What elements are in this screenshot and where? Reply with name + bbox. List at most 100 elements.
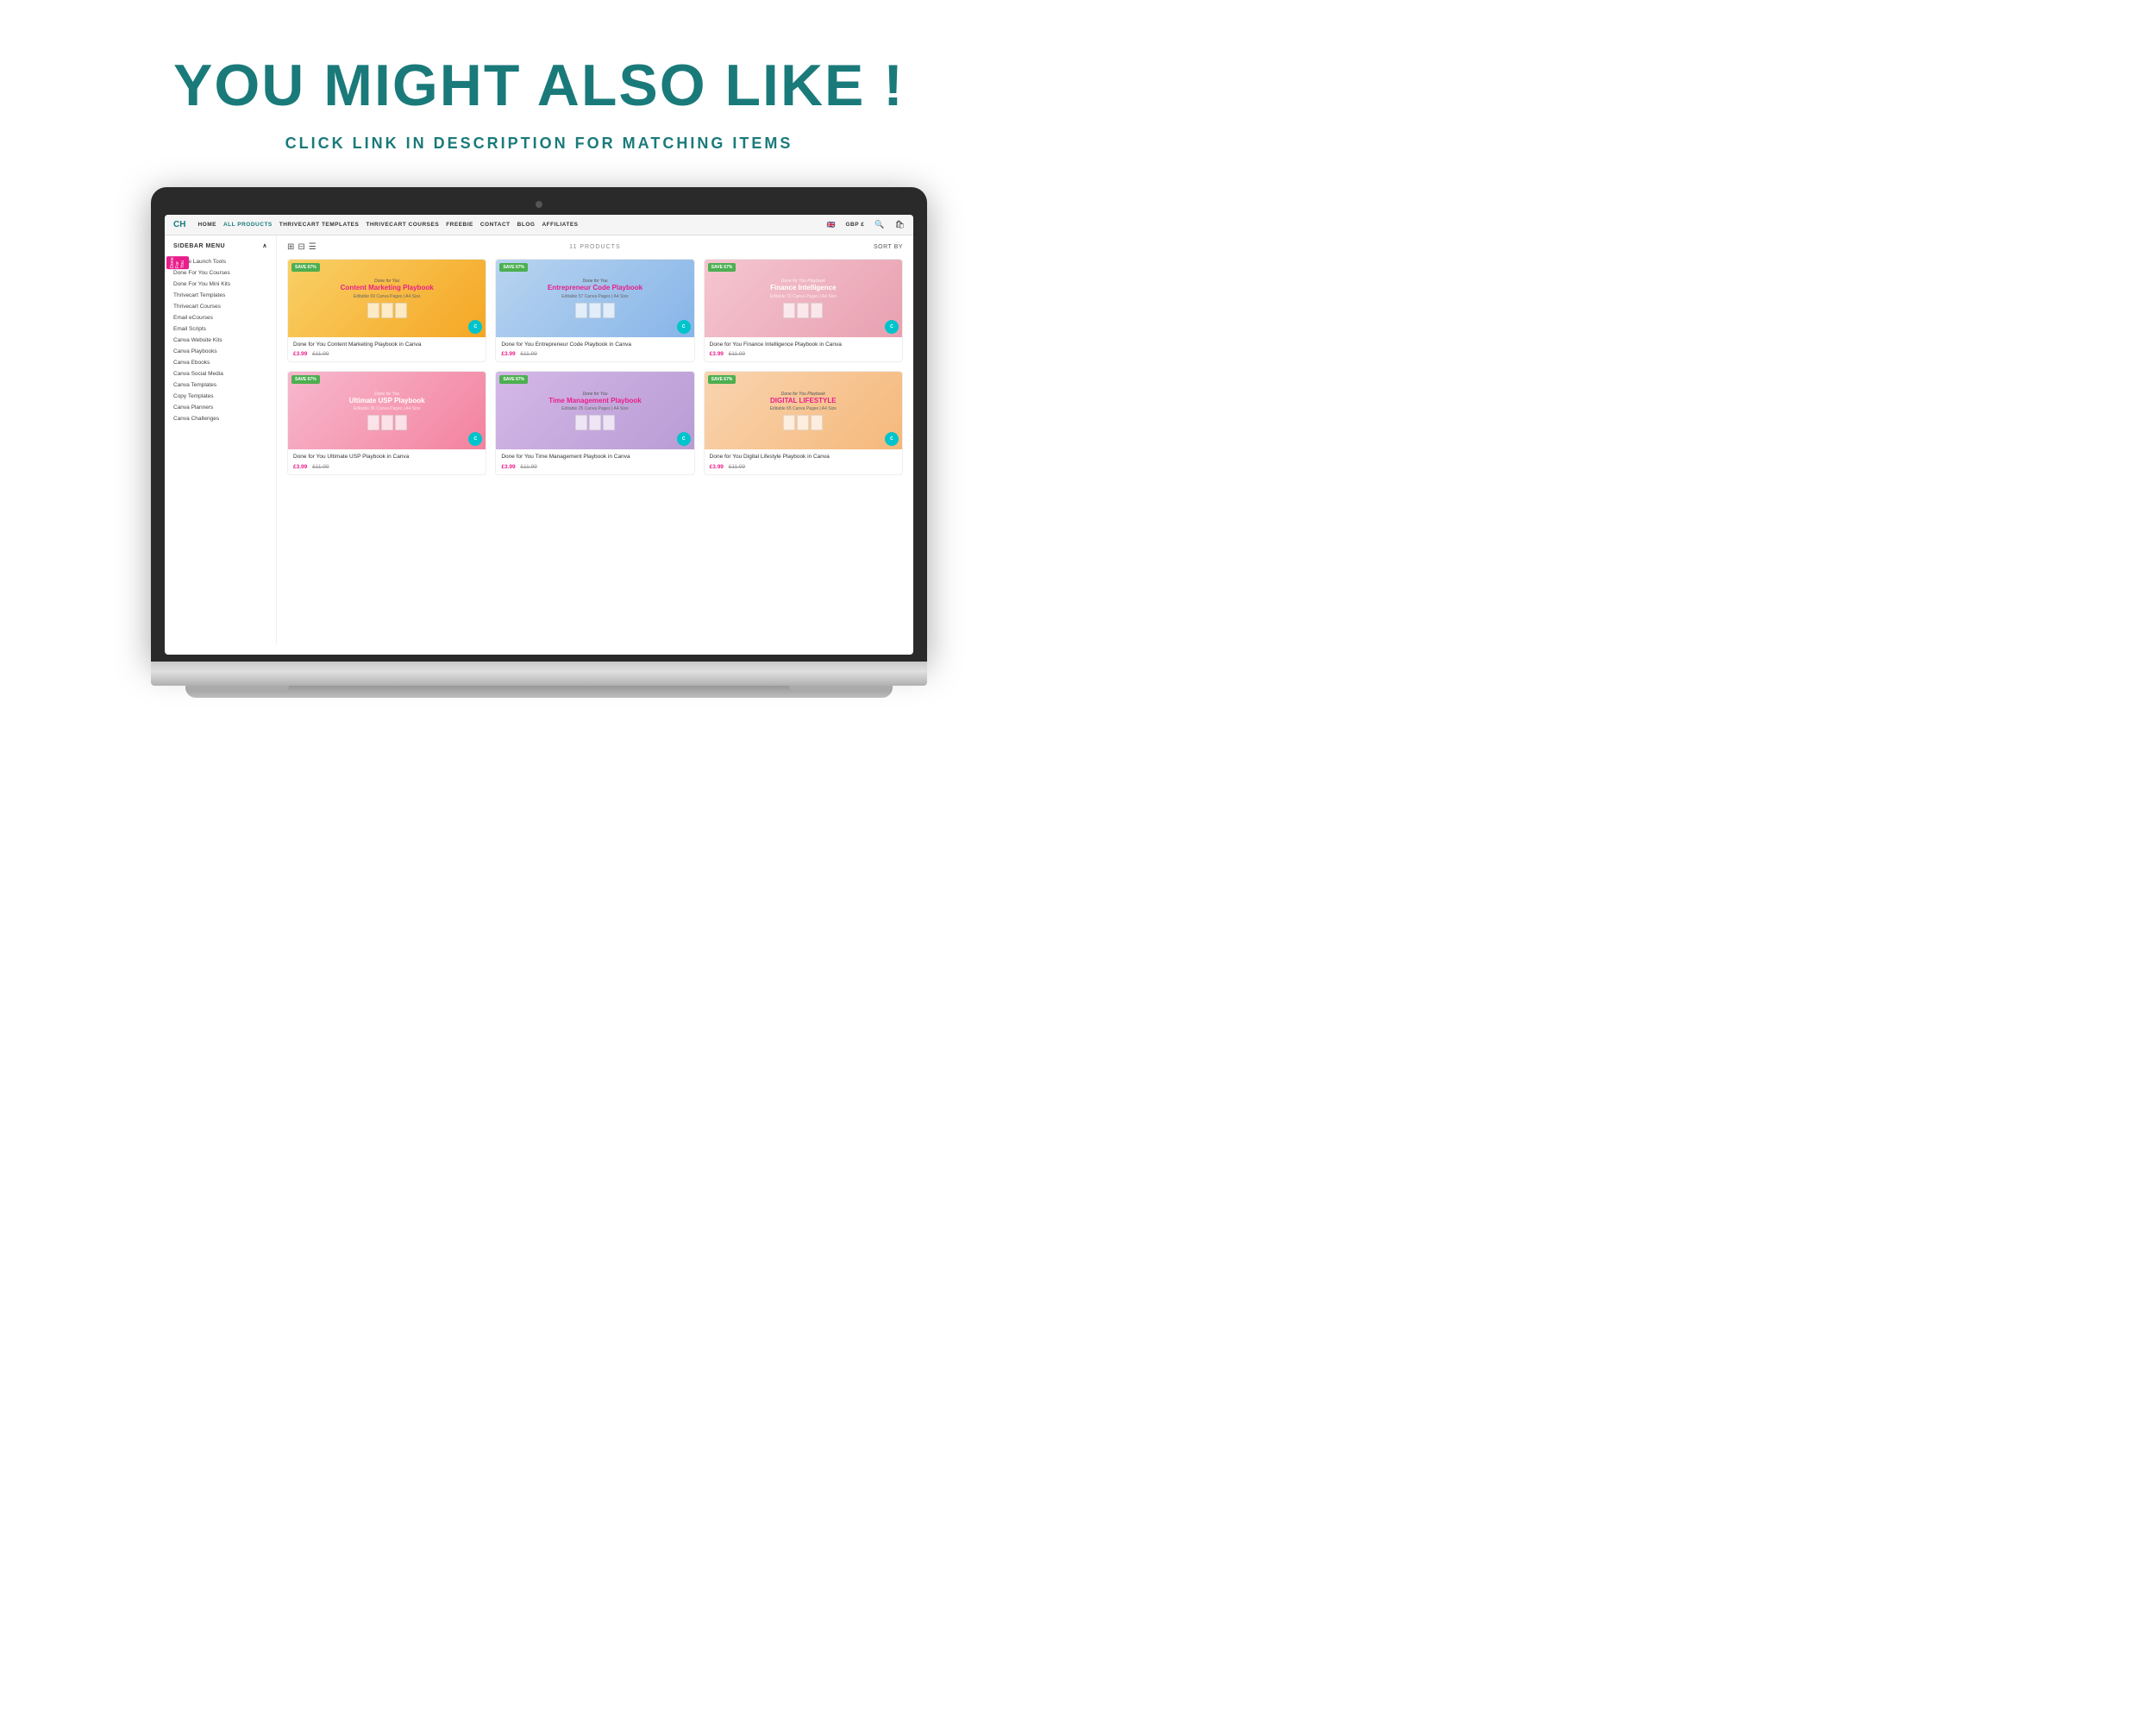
- canva-badge-3: C: [885, 320, 899, 334]
- browser-logo: CH: [173, 220, 185, 229]
- laptop-base: [151, 662, 927, 686]
- product-card-6[interactable]: Done for You Playbook DIGITAL LIFESTYLE …: [704, 371, 903, 474]
- price-current-1: £3.99: [293, 351, 307, 357]
- sidebar-active-tag: Done For You: [166, 256, 189, 269]
- sidebar-item-canva-playbooks[interactable]: Canva Playbooks: [173, 346, 267, 357]
- product-info-6: Done for You Digital Lifestyle Playbook …: [705, 449, 902, 474]
- card-subtitle-1: Editable 69 Canva Pages | A4 Size: [354, 294, 420, 299]
- product-count: 11 PRODUCTS: [569, 244, 621, 250]
- product-card-4[interactable]: Done for You Ultimate USP Playbook Edita…: [287, 371, 486, 474]
- product-price-5: £3.99 £11.99: [501, 464, 688, 470]
- product-info-5: Done for You Time Management Playbook in…: [496, 449, 693, 474]
- product-price-3: £3.99 £11.99: [710, 351, 897, 357]
- save-badge-4: SAVE 67%: [291, 375, 320, 384]
- product-info-2: Done for You Entrepreneur Code Playbook …: [496, 337, 693, 361]
- save-badge-1: SAVE 67%: [291, 263, 320, 272]
- sidebar-item-canva-planners[interactable]: Canva Planners: [173, 402, 267, 413]
- price-original-5: £11.99: [520, 464, 536, 470]
- card-pages-6: [783, 415, 823, 430]
- card-pages-3: [783, 303, 823, 318]
- save-badge-2: SAVE 67%: [499, 263, 528, 272]
- nav-blog[interactable]: BLOG: [517, 222, 536, 228]
- search-icon[interactable]: 🔍: [874, 220, 884, 229]
- product-name-6: Done for You Digital Lifestyle Playbook …: [710, 454, 897, 461]
- product-card-1[interactable]: Done for You Content Marketing Playbook …: [287, 259, 486, 362]
- product-grid: Done for You Content Marketing Playbook …: [287, 259, 903, 475]
- sidebar-item-thrivecart-courses[interactable]: Thrivecart Courses: [173, 301, 267, 312]
- product-info-4: Done for You Ultimate USP Playbook in Ca…: [288, 449, 486, 474]
- sort-by-control[interactable]: SORT BY: [874, 244, 903, 250]
- grid-view-icon[interactable]: [287, 242, 294, 252]
- laptop-foot-left: [185, 686, 289, 691]
- sidebar: SIDEBAR MENU ∧ Done For You Course Launc…: [165, 235, 277, 644]
- product-image-6: Done for You Playbook DIGITAL LIFESTYLE …: [705, 372, 902, 449]
- card-pages-1: [367, 303, 407, 318]
- sidebar-item-email-ecourses[interactable]: Email eCourses: [173, 312, 267, 323]
- product-name-2: Done for You Entrepreneur Code Playbook …: [501, 342, 688, 348]
- view-icons: [287, 242, 317, 252]
- card-title-6: DIGITAL LIFESTYLE: [770, 397, 837, 405]
- card-pages-4: [367, 415, 407, 430]
- product-card-3[interactable]: Done for You Playbook Finance Intelligen…: [704, 259, 903, 362]
- save-badge-3: SAVE 67%: [708, 263, 736, 272]
- sidebar-item-copy-templates[interactable]: Copy Templates: [173, 391, 267, 402]
- save-badge-5: SAVE 67%: [499, 375, 528, 384]
- sidebar-header: SIDEBAR MENU ∧: [173, 242, 267, 249]
- product-name-4: Done for You Ultimate USP Playbook in Ca…: [293, 454, 480, 461]
- nav-home[interactable]: HOME: [197, 222, 216, 228]
- canva-badge-2: C: [677, 320, 691, 334]
- nav-thrivecart-courses[interactable]: THRIVECART COURSES: [366, 222, 439, 228]
- sidebar-item-email-scripts[interactable]: Email Scripts: [173, 323, 267, 335]
- product-area: 11 PRODUCTS SORT BY Done for You Content…: [277, 235, 913, 644]
- product-name-5: Done for You Time Management Playbook in…: [501, 454, 688, 461]
- product-info-1: Done for You Content Marketing Playbook …: [288, 337, 486, 361]
- price-current-3: £3.99: [710, 351, 724, 357]
- laptop-camera: [536, 201, 542, 208]
- sidebar-collapse-icon[interactable]: ∧: [262, 242, 267, 249]
- menu-view-icon[interactable]: [298, 242, 304, 252]
- nav-contact[interactable]: CONTACT: [480, 222, 511, 228]
- card-title-2: Entrepreneur Code Playbook: [548, 284, 642, 292]
- sidebar-item-canva-website-kits[interactable]: Canva Website Kits: [173, 335, 267, 346]
- list-view-icon[interactable]: [309, 242, 317, 252]
- card-subtitle-5: Editable 25 Canva Pages | A4 Size: [561, 406, 628, 411]
- product-image-3: Done for You Playbook Finance Intelligen…: [705, 260, 902, 337]
- browser-content: SIDEBAR MENU ∧ Done For You Course Launc…: [165, 235, 913, 644]
- sidebar-item-canva-ebooks[interactable]: Canva Ebooks: [173, 357, 267, 368]
- product-card-5[interactable]: Done for You Time Management Playbook Ed…: [495, 371, 694, 474]
- product-name-3: Done for You Finance Intelligence Playbo…: [710, 342, 897, 348]
- product-info-3: Done for You Finance Intelligence Playbo…: [705, 337, 902, 361]
- canva-badge-1: C: [468, 320, 482, 334]
- sidebar-item-canva-challenges[interactable]: Canva Challenges: [173, 413, 267, 424]
- card-subtitle-4: Editable 36 Canva Pages | A4 Size: [354, 406, 420, 411]
- price-original-1: £11.99: [312, 351, 329, 357]
- sidebar-item-thrivecart-templates[interactable]: Thrivecart Templates: [173, 290, 267, 301]
- nav-all-products[interactable]: ALL PRODUCTS: [223, 222, 273, 228]
- nav-thrivecart-templates[interactable]: THRIVECART TEMPLATES: [279, 222, 360, 228]
- card-title-3: Finance Intelligence: [770, 284, 836, 292]
- price-original-3: £11.99: [729, 351, 745, 357]
- product-image-4: Done for You Ultimate USP Playbook Edita…: [288, 372, 486, 449]
- laptop-foot-right: [789, 686, 893, 691]
- canva-badge-6: C: [885, 432, 899, 446]
- product-card-2[interactable]: Done for You Entrepreneur Code Playbook …: [495, 259, 694, 362]
- sidebar-item-canva-social-media[interactable]: Canva Social Media: [173, 368, 267, 380]
- card-pages-2: [575, 303, 615, 318]
- cart-icon[interactable]: 🛍: [895, 220, 905, 229]
- product-price-6: £3.99 £11.99: [710, 464, 897, 470]
- product-price-4: £3.99 £11.99: [293, 464, 480, 470]
- nav-affiliates[interactable]: AFFILIATES: [542, 222, 578, 228]
- sidebar-item-canva-templates[interactable]: Canva Templates: [173, 380, 267, 391]
- card-title-1: Content Marketing Playbook: [341, 284, 434, 292]
- currency-label[interactable]: GBP £: [845, 222, 864, 228]
- laptop-screen-shell: CH HOME ALL PRODUCTS THRIVECART TEMPLATE…: [151, 187, 927, 662]
- canva-badge-5: C: [677, 432, 691, 446]
- sidebar-item-done-for-you-mini-kits[interactable]: Done For You Mini Kits: [173, 279, 267, 290]
- nav-freebie[interactable]: FREEBIE: [446, 222, 473, 228]
- card-title-4: Ultimate USP Playbook: [349, 397, 425, 405]
- card-subtitle-6: Editable 65 Canva Pages | A4 Size: [770, 406, 837, 411]
- page-subheadline: CLICK LINK IN DESCRIPTION FOR MATCHING I…: [285, 135, 793, 153]
- price-current-4: £3.99: [293, 464, 307, 470]
- save-badge-6: SAVE 67%: [708, 375, 736, 384]
- price-original-2: £11.99: [520, 351, 536, 357]
